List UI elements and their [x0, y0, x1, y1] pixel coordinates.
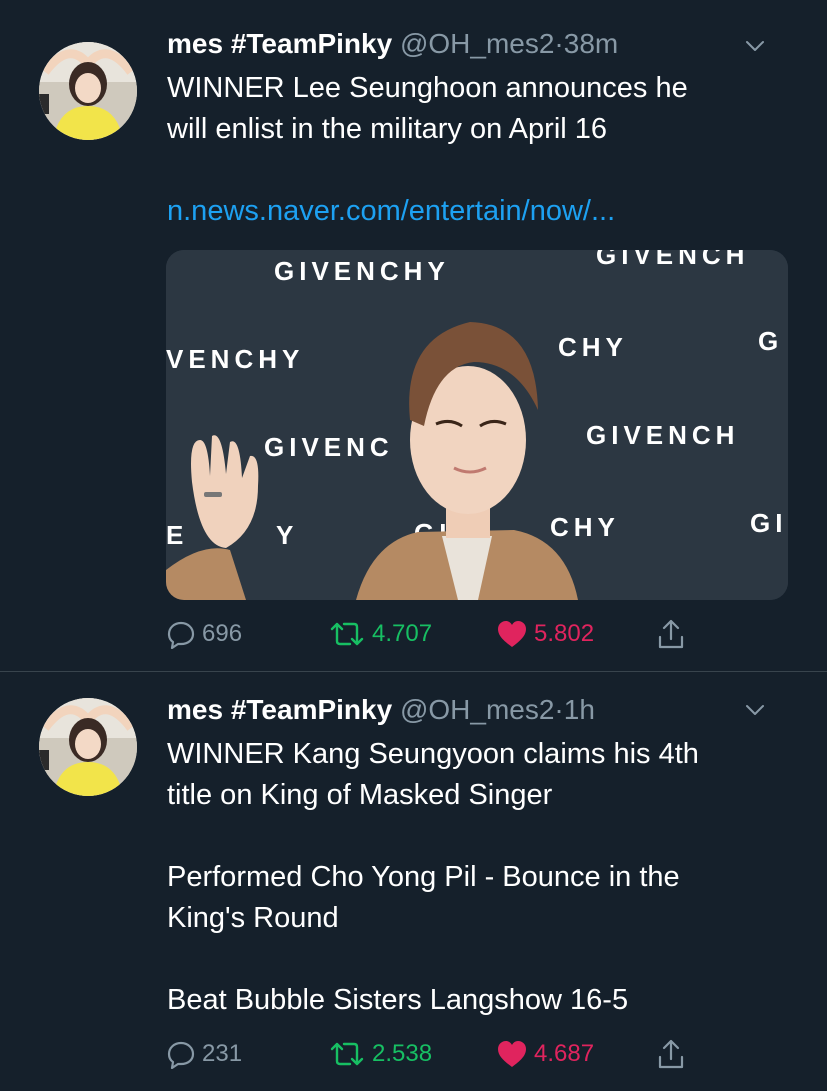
- chevron-down-icon[interactable]: [741, 696, 769, 724]
- backdrop-text: G: [758, 326, 783, 356]
- avatar[interactable]: [39, 42, 137, 140]
- backdrop-text: GIVENCH: [596, 250, 749, 270]
- tweet-line: Performed Cho Yong Pil - Bounce in the: [167, 861, 680, 893]
- avatar[interactable]: [39, 698, 137, 796]
- backdrop-text: E: [166, 520, 188, 550]
- tweet-timestamp[interactable]: 1h: [564, 694, 595, 725]
- tweet-header: mes #TeamPinky @OH_mes2·38m: [167, 24, 618, 64]
- author-name[interactable]: mes #TeamPinky: [167, 28, 392, 59]
- reply-count: 696: [202, 620, 243, 647]
- reply-icon: [167, 621, 195, 649]
- chevron-down-icon[interactable]: [741, 32, 769, 60]
- like-button[interactable]: 5.802: [496, 614, 594, 654]
- share-icon: [658, 619, 684, 649]
- backdrop-text: GI: [750, 508, 787, 538]
- backdrop-text: Y: [276, 520, 298, 550]
- share-button[interactable]: [656, 1034, 692, 1074]
- media-photo: GIVENCHY GIVENCH VENCHY CHY G GIVENC GIV…: [166, 250, 788, 600]
- share-icon: [658, 1039, 684, 1069]
- tweet-line: will enlist in the military on April 16: [167, 113, 608, 145]
- separator-dot: ·: [554, 694, 564, 725]
- tweet-line: King's Round: [167, 902, 339, 934]
- like-button[interactable]: 4.687: [496, 1034, 594, 1074]
- backdrop-text: CHY: [558, 332, 628, 362]
- tweet-media-image[interactable]: GIVENCHY GIVENCH VENCHY CHY G GIVENC GIV…: [166, 250, 788, 600]
- author-name[interactable]: mes #TeamPinky: [167, 694, 392, 725]
- tweet[interactable]: mes #TeamPinky @OH_mes2·1h WINNER Kang S…: [0, 672, 827, 1091]
- tweet-line: WINNER Kang Seungyoon claims his 4th: [167, 738, 699, 770]
- backdrop-text: VENCHY: [166, 344, 304, 374]
- backdrop-text: GIVENCHY: [274, 256, 450, 286]
- author-handle[interactable]: @OH_mes2: [400, 28, 554, 59]
- avatar-photo-icon: [39, 42, 137, 140]
- retweet-count: 2.538: [372, 1040, 433, 1067]
- separator-dot: ·: [554, 28, 564, 59]
- backdrop-text: GIVENC: [264, 432, 394, 462]
- avatar-photo-icon: [39, 698, 137, 796]
- tweet-header: mes #TeamPinky @OH_mes2·1h: [167, 690, 595, 730]
- retweet-button[interactable]: 2.538: [328, 1034, 432, 1074]
- retweet-icon: [330, 622, 364, 646]
- heart-icon: [498, 1041, 526, 1067]
- tweet-line: Beat Bubble Sisters Langshow 16-5: [167, 984, 629, 1016]
- author-handle[interactable]: @OH_mes2: [400, 694, 554, 725]
- reply-icon: [167, 1041, 195, 1069]
- retweet-button[interactable]: 4.707: [328, 614, 432, 654]
- backdrop-text: CHY: [550, 512, 620, 542]
- tweet-text: WINNER Lee Seunghoon announces he will e…: [167, 68, 787, 232]
- reply-button[interactable]: 231: [166, 1034, 242, 1074]
- share-button[interactable]: [656, 614, 692, 654]
- tweet-actions: 696 4.707 5.802: [166, 614, 726, 654]
- like-count: 5.802: [534, 620, 595, 647]
- tweet-timestamp[interactable]: 38m: [564, 28, 618, 59]
- tweet[interactable]: mes #TeamPinky @OH_mes2·38m WINNER Lee S…: [0, 0, 827, 672]
- retweet-count: 4.707: [372, 620, 433, 647]
- tweet-line: title on King of Masked Singer: [167, 779, 553, 811]
- retweet-icon: [330, 1042, 364, 1066]
- like-count: 4.687: [534, 1040, 595, 1067]
- tweet-actions: 231 2.538 4.687: [166, 1034, 726, 1074]
- tweet-link[interactable]: n.news.naver.com/entertain/now/...: [167, 191, 787, 232]
- heart-icon: [498, 621, 526, 647]
- tweet-text: WINNER Kang Seungyoon claims his 4th tit…: [167, 734, 787, 1021]
- backdrop-text: GIVENCH: [586, 420, 739, 450]
- tweet-line: WINNER Lee Seunghoon announces he: [167, 72, 688, 104]
- reply-button[interactable]: 696: [166, 614, 242, 654]
- reply-count: 231: [202, 1040, 243, 1067]
